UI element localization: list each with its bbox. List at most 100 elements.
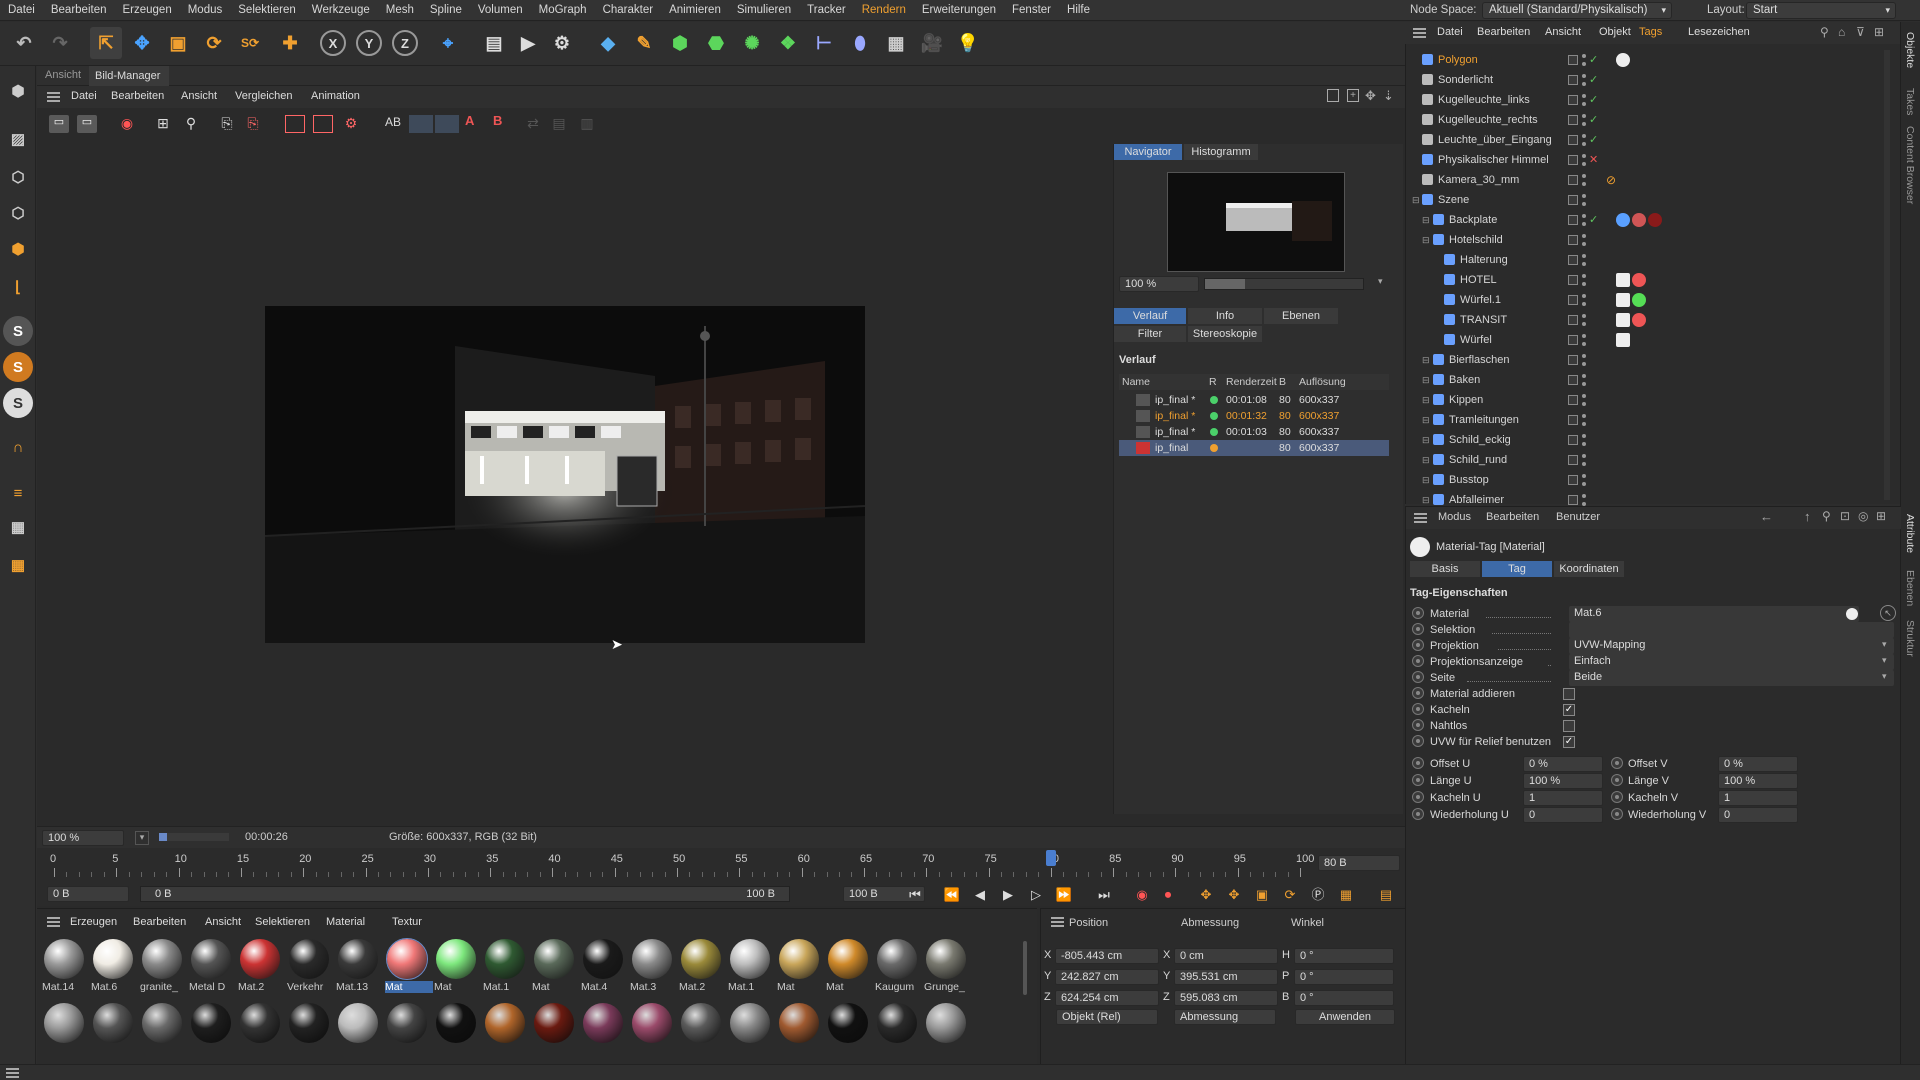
menu-bearbeiten[interactable]: Bearbeiten xyxy=(111,90,164,102)
editor-visibility-dot[interactable] xyxy=(1582,294,1586,298)
set-b-icon[interactable]: B xyxy=(493,113,502,128)
attr-tab-basis[interactable]: Basis xyxy=(1410,561,1480,577)
object-row[interactable]: ⊟ Busstop xyxy=(1410,470,1880,490)
attr-menu-modus[interactable]: Modus xyxy=(1438,511,1471,523)
editor-visibility-dot[interactable] xyxy=(1582,134,1586,138)
camera-icon[interactable]: 🎥 xyxy=(916,27,948,59)
pair-value-right[interactable]: 100 % xyxy=(1718,773,1798,789)
material-tag-icon[interactable] xyxy=(1616,333,1630,347)
tab-stereoskopie[interactable]: Stereoskopie xyxy=(1188,326,1262,342)
dimension-field[interactable]: 395.531 cm xyxy=(1174,969,1278,985)
editor-visibility-dot[interactable] xyxy=(1582,234,1586,238)
tab-ebenen[interactable]: Ebenen xyxy=(1264,308,1338,324)
layer-checkbox[interactable] xyxy=(1568,355,1578,365)
render-visibility-dot[interactable] xyxy=(1582,322,1586,326)
split2-icon[interactable] xyxy=(435,115,459,133)
layer-checkbox[interactable] xyxy=(1568,475,1578,485)
enabled-check-icon[interactable]: ✓ xyxy=(1589,70,1598,90)
render-visibility-dot[interactable] xyxy=(1582,182,1586,186)
render-visibility-dot[interactable] xyxy=(1582,442,1586,446)
object-row[interactable]: Kugelleuchte_links ✓ xyxy=(1410,90,1880,110)
prop-value-field[interactable] xyxy=(1569,622,1894,638)
save-file-icon[interactable]: ▭ xyxy=(77,115,97,133)
prev-frame-icon[interactable]: ◀ xyxy=(968,884,992,906)
menu-spline[interactable]: Spline xyxy=(422,0,470,21)
editor-visibility-dot[interactable] xyxy=(1582,114,1586,118)
animate-radio[interactable] xyxy=(1412,719,1424,731)
chevron-down-icon[interactable]: ▾ xyxy=(1378,276,1392,290)
coordinate-system-icon[interactable]: ⌖ xyxy=(432,27,464,59)
editor-visibility-dot[interactable] xyxy=(1582,414,1586,418)
menu-animation[interactable]: Animation xyxy=(311,90,360,102)
material-swatch[interactable]: Mat xyxy=(385,938,433,999)
menu-selektieren[interactable]: Selektieren xyxy=(230,0,304,21)
side-tab-objekte[interactable]: Objekte xyxy=(1904,32,1916,68)
material-ball[interactable] xyxy=(436,1003,476,1043)
object-row[interactable]: Kamera_30_mm ⊘ xyxy=(1410,170,1880,190)
tab-verlauf[interactable]: Verlauf xyxy=(1114,308,1186,324)
pair-value-right[interactable]: 0 xyxy=(1718,807,1798,823)
current-frame-field[interactable]: 80 B xyxy=(1318,855,1400,871)
layer-checkbox[interactable] xyxy=(1568,175,1578,185)
points-mode-icon[interactable]: ⬡ xyxy=(3,162,33,192)
move-panel-icon[interactable]: ✥ xyxy=(1365,88,1376,104)
menu-volumen[interactable]: Volumen xyxy=(470,0,531,21)
material-tag-icon[interactable] xyxy=(1616,213,1630,227)
keyframe-selection-icon[interactable]: ✥ xyxy=(1194,884,1218,906)
autokey-icon[interactable]: ⏺ xyxy=(1156,884,1180,906)
menu-mograph[interactable]: MoGraph xyxy=(531,0,595,21)
object-row[interactable]: ⊟ Tramleitungen xyxy=(1410,410,1880,430)
animate-radio[interactable] xyxy=(1611,774,1623,786)
material-tag-icon[interactable] xyxy=(1632,273,1646,287)
key-pla-icon[interactable]: ▦ xyxy=(1334,884,1358,906)
material-tag-icon[interactable] xyxy=(1632,313,1646,327)
layer-checkbox[interactable] xyxy=(1568,55,1578,65)
editor-visibility-dot[interactable] xyxy=(1582,374,1586,378)
search-icon[interactable]: ⚲ xyxy=(1822,509,1831,523)
render-visibility-dot[interactable] xyxy=(1582,142,1586,146)
prop-value-field[interactable]: Mat.6 xyxy=(1569,606,1859,622)
material-swatch[interactable]: Mat.4 xyxy=(581,939,625,999)
new-window-icon[interactable]: ⊞ xyxy=(1876,509,1886,523)
recent-tools-icon[interactable]: S⟳ xyxy=(234,27,266,59)
angle-field[interactable]: 0 ° xyxy=(1294,969,1394,985)
history-row[interactable]: ip_final 80 600x337 xyxy=(1119,440,1389,456)
object-row[interactable]: Polygon ✓ xyxy=(1410,50,1880,70)
material-swatch[interactable]: Mat.13 xyxy=(336,939,380,999)
material-swatch[interactable]: Metal D xyxy=(189,939,233,999)
material-tag-icon[interactable] xyxy=(1616,273,1630,287)
animate-radio[interactable] xyxy=(1412,671,1424,683)
workplane-icon[interactable]: ≡ xyxy=(3,478,33,508)
render-visibility-dot[interactable] xyxy=(1582,242,1586,246)
generator-icon[interactable]: ⬣ xyxy=(700,27,732,59)
editor-visibility-dot[interactable] xyxy=(1582,94,1586,98)
set-a-icon[interactable]: A xyxy=(465,113,474,128)
material-swatch[interactable]: granite_ xyxy=(140,939,184,999)
lock-icon[interactable]: ⊡ xyxy=(1840,509,1850,523)
menu-werkzeuge[interactable]: Werkzeuge xyxy=(304,0,378,21)
swap-icon[interactable]: ⇄ xyxy=(523,115,543,133)
side-tab-takes[interactable]: Takes xyxy=(1904,88,1916,115)
mograph-icon[interactable]: ❖ xyxy=(772,27,804,59)
menu-erweiterungen[interactable]: Erweiterungen xyxy=(914,0,1004,21)
editor-visibility-dot[interactable] xyxy=(1582,214,1586,218)
render-visibility-dot[interactable] xyxy=(1582,202,1586,206)
enabled-check-icon[interactable]: ✓ xyxy=(1589,110,1598,130)
material-ball[interactable] xyxy=(142,1003,182,1043)
axis-mode-icon[interactable]: ⌊ xyxy=(3,272,33,302)
side-tab-struktur[interactable]: Struktur xyxy=(1904,620,1916,657)
editor-visibility-dot[interactable] xyxy=(1582,154,1586,158)
animate-radio[interactable] xyxy=(1611,808,1623,820)
prop-value-field[interactable]: Beide xyxy=(1569,670,1894,686)
coord-mode-select[interactable]: Objekt (Rel) xyxy=(1056,1009,1158,1025)
menu-animieren[interactable]: Animieren xyxy=(661,0,729,21)
hamburger-icon[interactable] xyxy=(1413,28,1426,38)
object-row[interactable]: Würfel.1 xyxy=(1410,290,1880,310)
editor-visibility-dot[interactable] xyxy=(1582,74,1586,78)
obj-menu-tags[interactable]: Tags xyxy=(1639,26,1662,38)
material-ball[interactable] xyxy=(338,1003,378,1043)
layer-checkbox[interactable] xyxy=(1568,335,1578,345)
go-to-end-icon[interactable]: ⏭ xyxy=(1092,884,1116,906)
animate-radio[interactable] xyxy=(1412,639,1424,651)
render-visibility-dot[interactable] xyxy=(1582,282,1586,286)
